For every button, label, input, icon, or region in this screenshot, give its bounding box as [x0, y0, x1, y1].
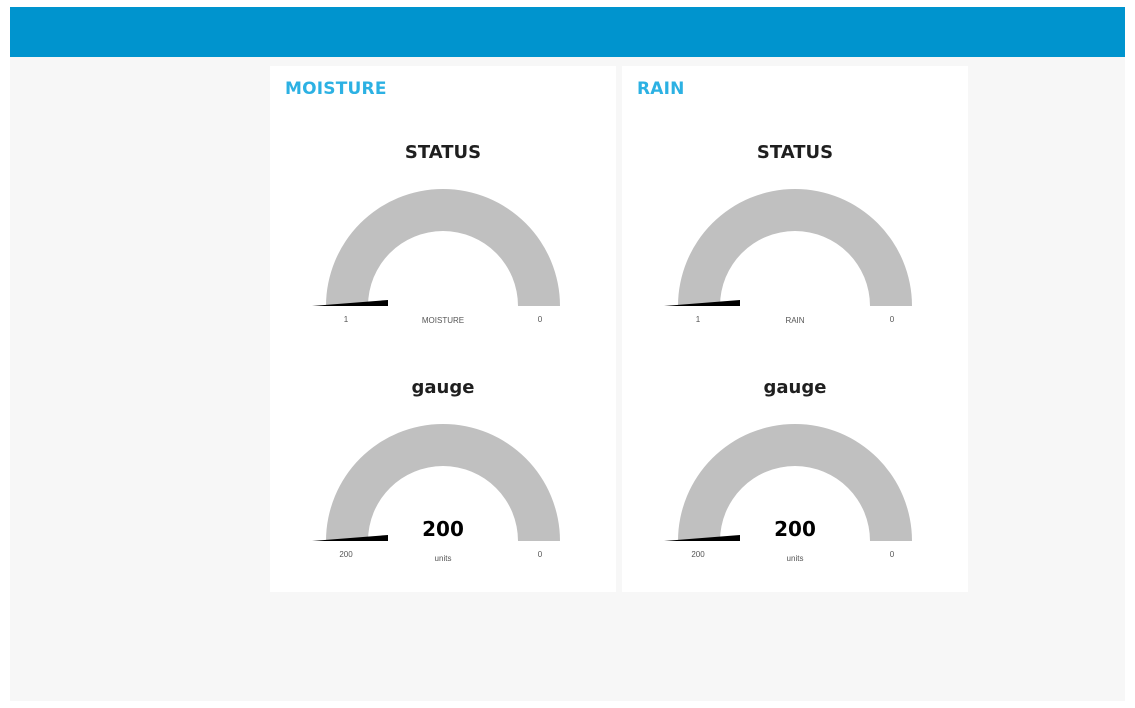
gauge-min-label: 200	[691, 550, 705, 559]
value-gauge-widget: gauge 200 200 units 0	[270, 377, 616, 597]
widget-title: STATUS	[756, 142, 834, 163]
group-rain: RAIN STATUS 1 RAIN 0 gauge 200 200 units…	[622, 66, 968, 592]
widget-title: gauge	[763, 377, 827, 398]
gauge-units-label: MOISTURE	[422, 316, 464, 325]
gauge-units-label: units	[435, 554, 452, 563]
group-title: MOISTURE	[285, 79, 387, 99]
gauge-svg: 200 200 units 0	[664, 424, 912, 563]
group-title: RAIN	[637, 79, 685, 99]
header-bar	[10, 7, 1125, 57]
gauge-svg: 1 MOISTURE 0	[312, 189, 560, 325]
gauge-value: 200	[422, 517, 464, 541]
gauge-max-label: 0	[538, 550, 543, 559]
status-gauge-widget: STATUS 1 RAIN 0	[622, 142, 968, 362]
gauge-track	[326, 189, 560, 306]
gauge-min-label: 1	[696, 315, 701, 324]
gauge-track	[678, 189, 912, 306]
gauge-svg: 1 RAIN 0	[664, 189, 912, 325]
gauge-max-label: 0	[890, 550, 895, 559]
status-gauge-widget: STATUS 1 MOISTURE 0	[270, 142, 616, 362]
gauge-max-label: 0	[538, 315, 543, 324]
gauge-max-label: 0	[890, 315, 895, 324]
gauge-units-label: units	[787, 554, 804, 563]
widget-title: gauge	[411, 377, 475, 398]
gauge-value: 200	[774, 517, 816, 541]
gauge-svg: 200 200 units 0	[312, 424, 560, 563]
gauge-units-label: RAIN	[785, 316, 804, 325]
group-moisture: MOISTURE STATUS 1 MOISTURE 0 gauge 200 2…	[270, 66, 616, 592]
widget-title: STATUS	[404, 142, 482, 163]
gauge-min-label: 1	[344, 315, 349, 324]
dashboard-frame: MOISTURE STATUS 1 MOISTURE 0 gauge 200 2…	[10, 7, 1125, 701]
gauge-min-label: 200	[339, 550, 353, 559]
value-gauge-widget: gauge 200 200 units 0	[622, 377, 968, 597]
